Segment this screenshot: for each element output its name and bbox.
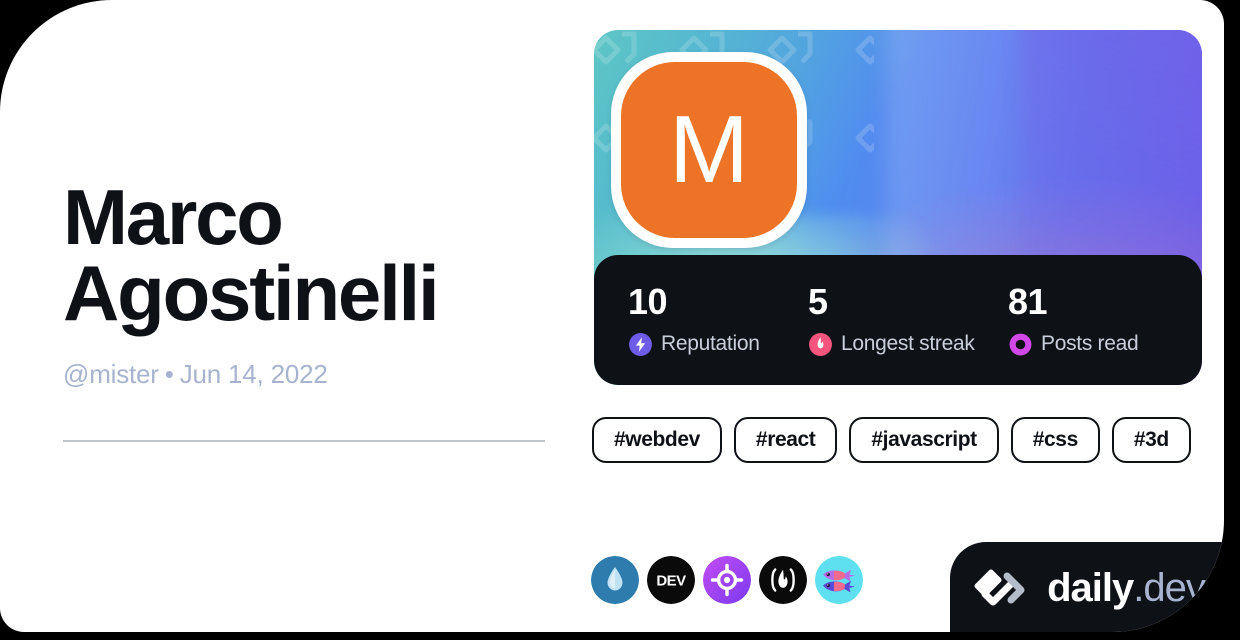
stat-value: 5 [808, 280, 828, 322]
cover-image: M 10 Reputation 5 Longest streak 81 Post… [594, 30, 1202, 385]
stat-label: Longest streak [841, 332, 975, 355]
hashnode-flame-source-icon[interactable] [759, 556, 807, 604]
tag-chip[interactable]: #3d [1111, 417, 1191, 463]
meta-separator: • [164, 359, 174, 390]
crosshair-target-source-icon[interactable] [703, 556, 751, 604]
posts-read-ring-icon [1009, 333, 1032, 355]
water-droplet-source-icon[interactable] [591, 556, 639, 604]
tag-chip[interactable]: #webdev [592, 417, 722, 463]
badge-suffix: .dev [1133, 566, 1206, 610]
stat-longest-streak: 5 Longest streak [808, 280, 1008, 357]
two-fish-source-icon[interactable] [815, 556, 863, 604]
tag-chip[interactable]: #javascript [849, 417, 999, 463]
stat-posts-read: 81 Posts read [1008, 280, 1139, 357]
stat-label: Reputation [661, 332, 760, 355]
profile-info: Marco Agostinelli @mister • Jun 14, 2022 [63, 173, 553, 390]
tag-chip[interactable]: #react [733, 417, 838, 463]
profile-meta: @mister • Jun 14, 2022 [63, 359, 553, 390]
dev-to-source-icon[interactable]: DEV [647, 556, 695, 604]
reputation-bolt-icon [629, 332, 652, 356]
dev-card: Marco Agostinelli @mister • Jun 14, 2022 M [0, 0, 1224, 632]
stats-bar: 10 Reputation 5 Longest streak 81 Posts … [594, 255, 1202, 385]
streak-flame-icon [809, 332, 832, 356]
join-date: Jun 14, 2022 [179, 359, 328, 390]
tag-list: #webdev #react #javascript #css #3d [592, 417, 1192, 463]
daily-dev-chevron-logo [974, 569, 1025, 606]
stat-reputation: 10 Reputation [628, 280, 808, 357]
avatar: M [611, 52, 807, 248]
stat-label: Posts read [1041, 332, 1139, 355]
divider [63, 440, 545, 442]
stat-value: 10 [628, 280, 668, 322]
badge-wordmark: daily.dev [1047, 566, 1206, 610]
profile-handle: @mister [63, 359, 159, 390]
source-list: DEV [591, 556, 863, 604]
avatar-initial: M [621, 62, 797, 238]
daily-dev-badge: daily.dev [950, 542, 1224, 632]
badge-brand: daily [1047, 566, 1134, 610]
page-title: Marco Agostinelli [63, 173, 440, 337]
stat-value: 81 [1008, 280, 1048, 322]
tag-chip[interactable]: #css [1010, 417, 1100, 463]
svg-text:DEV: DEV [656, 573, 686, 590]
